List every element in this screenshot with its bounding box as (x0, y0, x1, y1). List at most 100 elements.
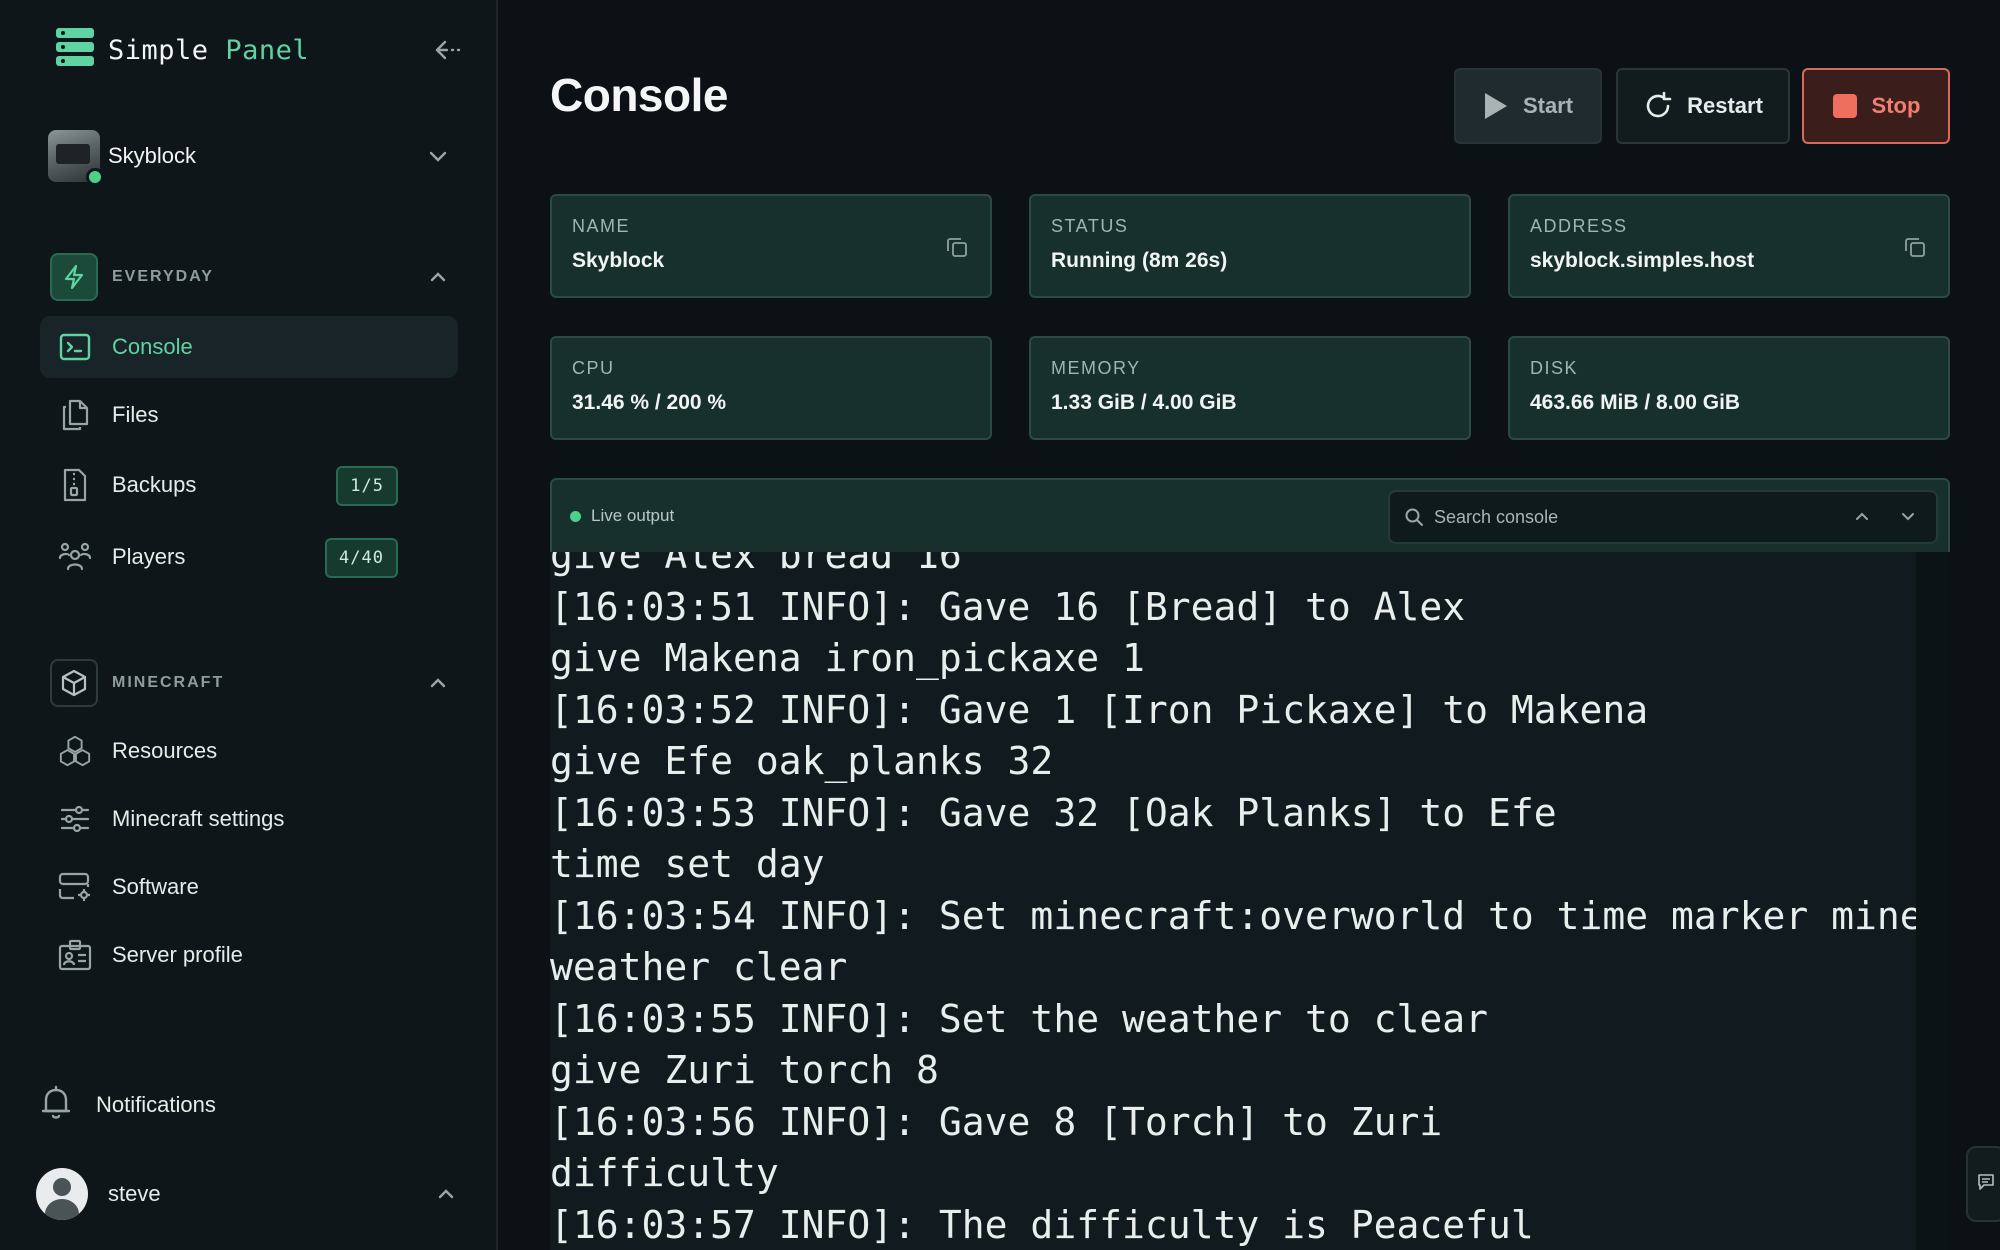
sidebar-item-files[interactable]: Files (40, 384, 458, 446)
copy-icon[interactable] (946, 236, 968, 263)
card-label: ADDRESS (1530, 216, 1628, 236)
chevron-up-icon (426, 265, 450, 294)
sidebar-item-label: Minecraft settings (112, 806, 285, 831)
user-avatar (36, 1168, 88, 1220)
sidebar-item-label: Console (112, 334, 193, 359)
search-console-input[interactable] (1434, 506, 1834, 528)
section-minecraft-header[interactable]: MINECRAFT (50, 658, 450, 708)
sidebar-item-server-profile[interactable]: Server profile (40, 924, 458, 986)
feedback-button[interactable] (1966, 1146, 2000, 1222)
card-cpu: CPU 31.46 % / 200 % (550, 336, 992, 440)
brand-name: Simple Panel (108, 35, 309, 66)
search-previous-icon[interactable] (1852, 506, 1872, 526)
server-avatar (48, 130, 104, 186)
console-line: [16:03:55 INFO]: Set the weather to clea… (550, 996, 1488, 1041)
stop-button[interactable]: Stop (1802, 68, 1950, 144)
stop-square-icon (1832, 93, 1858, 119)
chevron-up-icon (434, 1182, 458, 1211)
server-stack-logo-icon (56, 28, 94, 72)
live-output-indicator: Live output (570, 506, 674, 526)
card-label: MEMORY (1051, 358, 1141, 378)
console-line: [16:03:57 INFO]: The difficulty is Peace… (550, 1202, 1534, 1247)
brand-name-part2: Panel (225, 34, 310, 66)
sidebar-item-label: Backups (112, 472, 197, 497)
sidebar-item-backups[interactable]: Backups 1/5 (40, 454, 458, 516)
console-line: [16:03:56 INFO]: Gave 8 [Torch] to Zuri (550, 1099, 1443, 1144)
chevron-down-icon (426, 144, 450, 173)
console-line: time set day (550, 842, 825, 886)
start-button[interactable]: Start (1454, 68, 1602, 144)
card-status: STATUS Running (8m 26s) (1029, 194, 1471, 298)
console-header: Live output (550, 478, 1950, 552)
console-line: give Efe oak_planks 32 (550, 739, 1054, 783)
console-line: [16:03:53 INFO]: Gave 32 [Oak Planks] to… (550, 790, 1557, 835)
sidebar-item-label: Players (112, 544, 186, 569)
sidebar-item-label: Resources (112, 738, 218, 763)
sidebar-item-minecraft-settings[interactable]: Minecraft settings (40, 788, 458, 850)
restart-button-label: Restart (1687, 93, 1763, 118)
card-value: 31.46 % / 200 % (572, 391, 727, 414)
console-line: give Makena iron_pickaxe 1 (550, 636, 1145, 680)
section-everyday-title: EVERYDAY (112, 268, 214, 285)
server-name: Skyblock (108, 143, 197, 168)
console-scrollbar[interactable] (1916, 552, 1950, 1250)
live-dot (570, 510, 581, 522)
sidebar-item-software[interactable]: Software (40, 856, 458, 918)
user-menu[interactable]: steve (36, 1168, 458, 1220)
console-lines: give Alex bread 16 [16:03:51 INFO]: Gave … (550, 552, 1916, 1250)
sidebar-item-resources[interactable]: Resources (40, 720, 458, 782)
start-button-label: Start (1522, 93, 1574, 118)
card-label: NAME (572, 216, 631, 236)
online-status-dot (86, 168, 104, 186)
console-output[interactable]: give Alex bread 16 [16:03:51 INFO]: Gave … (550, 552, 1916, 1250)
notifications-link[interactable]: Notifications (36, 1080, 216, 1130)
live-output-label: Live output (591, 506, 675, 525)
sidebar-item-label: Files (112, 402, 159, 427)
console-line: difficulty (550, 1151, 779, 1195)
players-count-badge: 4/40 (325, 538, 398, 578)
server-selector[interactable]: Skyblock (48, 128, 460, 186)
backups-count-badge: 1/5 (336, 466, 398, 506)
section-everyday-header[interactable]: EVERYDAY (50, 252, 450, 302)
collapse-sidebar-icon[interactable] (430, 32, 466, 68)
search-next-icon[interactable] (1898, 506, 1918, 526)
card-name: NAME Skyblock (550, 194, 992, 298)
server-cog-icon (58, 870, 92, 904)
card-disk: DISK 463.66 MiB / 8.00 GiB (1508, 336, 1950, 440)
card-value: Running (8m 26s) (1051, 249, 1228, 272)
card-address: ADDRESS skyblock.simples.host (1508, 194, 1950, 298)
notifications-label: Notifications (96, 1092, 216, 1117)
play-icon (1483, 91, 1509, 121)
sidebar-item-console[interactable]: Console (40, 316, 458, 378)
search-icon (1404, 507, 1424, 527)
card-memory: MEMORY 1.33 GiB / 4.00 GiB (1029, 336, 1471, 440)
card-label: CPU (572, 358, 615, 378)
brand-name-part1: Simple (108, 34, 209, 66)
console-line: [16:03:51 INFO]: Gave 16 [Bread] to Alex (550, 584, 1466, 629)
chat-message-icon (1977, 1173, 1995, 1196)
console-line: [16:03:52 INFO]: Gave 1 [Iron Pickaxe] t… (550, 687, 1649, 732)
sidebar: Simple Panel Skyblock EVERYDAY Console F… (0, 0, 498, 1250)
files-icon (58, 398, 92, 432)
section-minecraft-title: MINECRAFT (112, 674, 225, 691)
card-value: 1.33 GiB / 4.00 GiB (1051, 391, 1237, 414)
sidebar-item-players[interactable]: Players 4/40 (40, 526, 458, 588)
card-label: STATUS (1051, 216, 1129, 236)
chevron-up-icon (426, 671, 450, 700)
users-icon (58, 540, 92, 574)
id-card-icon (58, 938, 92, 972)
brand[interactable]: Simple Panel (56, 28, 309, 72)
restart-button[interactable]: Restart (1616, 68, 1790, 144)
bell-icon (36, 1083, 76, 1128)
console-line: give Alex bread 16 (550, 552, 962, 577)
card-value: 463.66 MiB / 8.00 GiB (1530, 391, 1741, 414)
archive-icon (58, 468, 92, 502)
boxes-icon (58, 734, 92, 768)
user-name: steve (108, 1181, 161, 1206)
sliders-icon (58, 802, 92, 836)
console-search[interactable] (1388, 490, 1938, 544)
copy-icon[interactable] (1904, 236, 1926, 263)
console-line: give Zuri torch 8 (550, 1048, 939, 1092)
card-label: DISK (1530, 358, 1579, 378)
sidebar-item-label: Server profile (112, 942, 243, 967)
